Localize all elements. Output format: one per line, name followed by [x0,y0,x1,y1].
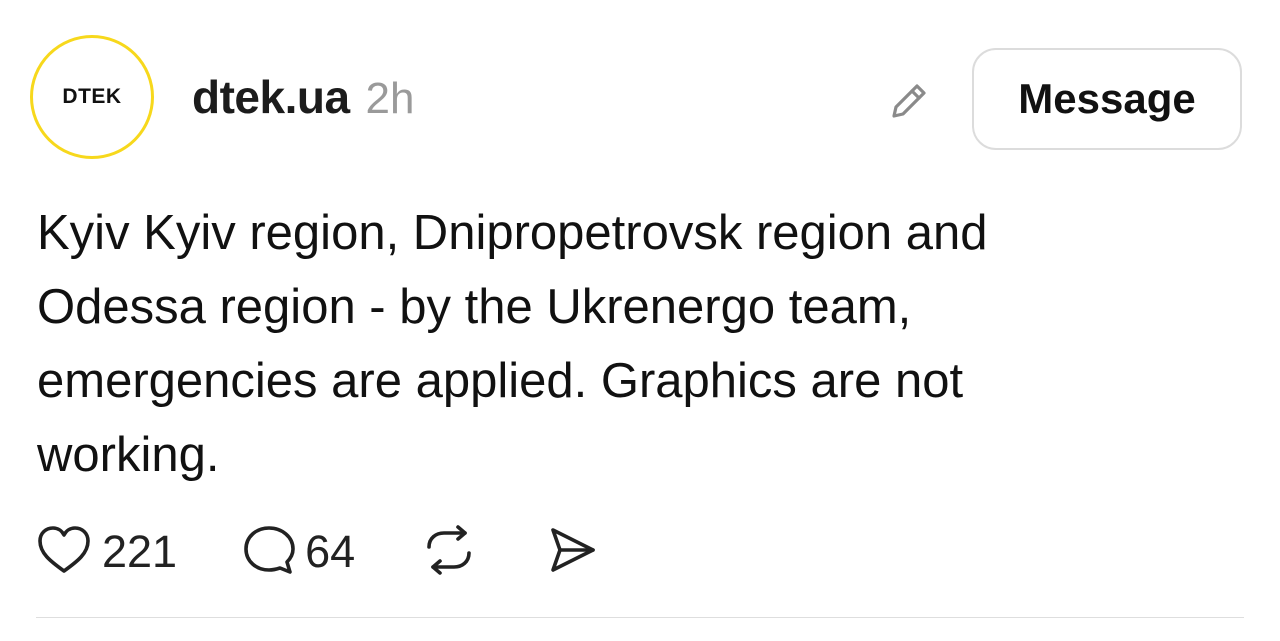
send-icon [547,524,599,581]
repost-icon [423,524,475,581]
post-body-line: emergencies are applied. Graphics are no… [37,354,964,408]
repost-button[interactable] [423,520,475,584]
post-header: dtek.ua 2h [192,70,415,132]
post-body-line: Kyiv Kyiv region, Dnipropetrovsk region … [37,206,988,260]
comment-bubble-icon [243,524,295,581]
message-button[interactable]: Message [972,48,1242,150]
thread-post: DTEK dtek.ua 2h Message Kyiv Kyiv region… [0,0,1280,641]
avatar-logo: DTEK [62,85,122,108]
share-button[interactable] [547,520,599,584]
pencil-icon[interactable] [884,76,934,126]
post-body-line: Odessa region - by the Ukrenergo team, [37,280,912,334]
reply-count: 64 [305,526,356,577]
reply-button[interactable]: 64 [243,520,355,584]
avatar[interactable]: DTEK [30,35,154,159]
like-button[interactable]: 221 [36,520,177,584]
post-timestamp: 2h [365,74,415,123]
like-count: 221 [102,526,178,577]
post-body-line: working. [37,428,220,482]
heart-icon [36,524,92,581]
post-actions: 221 64 [36,520,599,584]
post-divider [36,617,1244,618]
username-link[interactable]: dtek.ua [192,70,350,124]
post-body: Kyiv Kyiv region, Dnipropetrovsk region … [37,196,1217,492]
